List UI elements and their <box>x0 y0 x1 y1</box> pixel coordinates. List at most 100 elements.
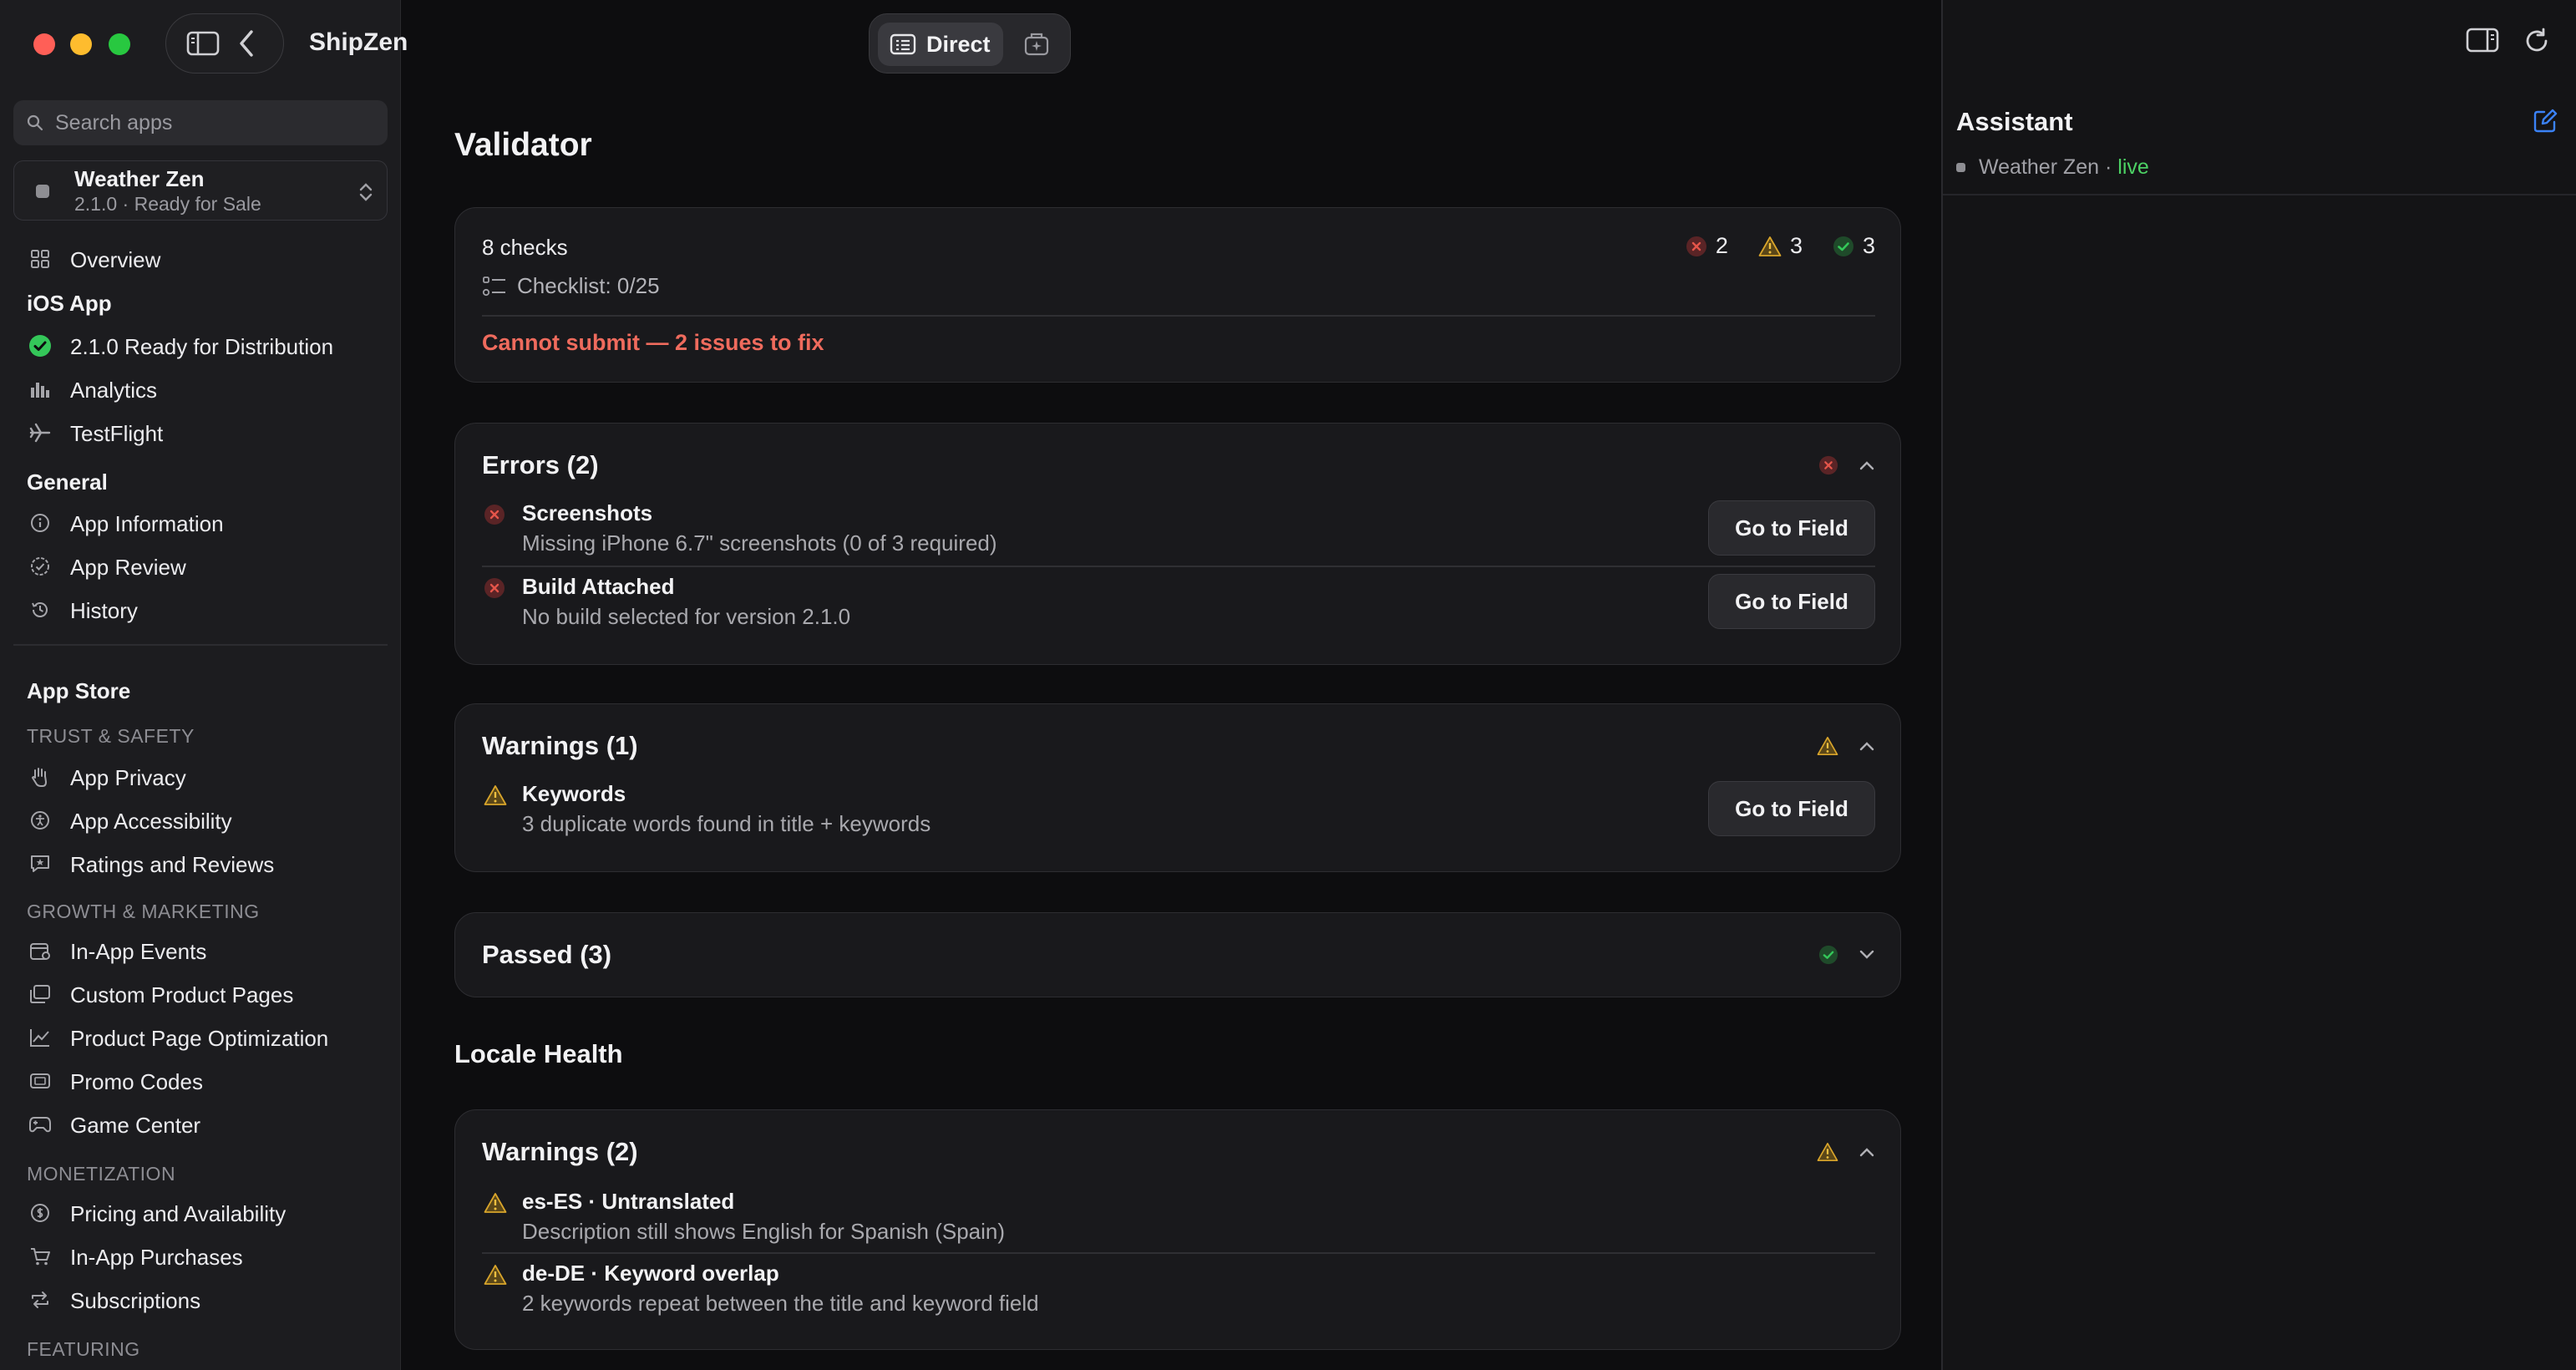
divider <box>482 315 1875 317</box>
window-minimize-button[interactable] <box>70 33 92 55</box>
sidebar-item-version[interactable]: 2.1.0 Ready for Distribution <box>0 324 401 366</box>
sidebar-category-growth: GROWTH & MARKETING <box>27 901 260 922</box>
checklist-progress[interactable]: Checklist: 0/25 <box>482 273 660 299</box>
error-item-title: Build Attached <box>522 574 675 599</box>
sidebar-item-label: Ratings and Reviews <box>70 852 275 877</box>
cart-icon <box>28 1245 52 1268</box>
search-input[interactable]: Search apps <box>13 100 388 145</box>
sidebar-category-monetization: MONETIZATION <box>27 1163 176 1185</box>
sidebar-item-ratings-reviews[interactable]: Ratings and Reviews <box>0 842 401 884</box>
sidebar-item-overview[interactable]: Overview <box>0 237 401 279</box>
sidebar-item-analytics[interactable]: Analytics <box>0 368 401 409</box>
warning-icon <box>484 1265 507 1285</box>
sidebar-item-app-information[interactable]: App Information <box>0 501 401 543</box>
live-status: live <box>2117 155 2149 179</box>
locale-warnings-collapse-toggle[interactable] <box>1817 1142 1875 1162</box>
go-to-field-button[interactable]: Go to Field <box>1708 574 1875 629</box>
grid-icon <box>28 247 52 271</box>
divider <box>482 1252 1875 1254</box>
repeat-icon <box>28 1288 52 1312</box>
error-item-title: Screenshots <box>522 500 653 525</box>
sidebar-item-label: Analytics <box>70 378 158 403</box>
search-icon <box>27 114 43 131</box>
locale-warning-description: Description still shows English for Span… <box>522 1219 1006 1244</box>
window-close-button[interactable] <box>33 33 55 55</box>
airplane-icon <box>28 421 52 444</box>
warning-item-description: 3 duplicate words found in title + keywo… <box>522 811 931 836</box>
history-icon <box>28 598 52 622</box>
sidebar-item-in-app-purchases[interactable]: In-App Purchases <box>0 1235 401 1276</box>
refresh-button[interactable] <box>2523 27 2551 55</box>
error-icon <box>1818 455 1838 475</box>
sidebar-item-pricing[interactable]: Pricing and Availability <box>0 1191 401 1233</box>
locale-warning-title: de-DE · Keyword overlap <box>522 1261 779 1286</box>
divider <box>482 566 1875 567</box>
trend-icon <box>28 1026 52 1049</box>
locale-warning-item: de-DE · Keyword overlap 2 keywords repea… <box>482 1261 1875 1319</box>
check-icon <box>1833 236 1853 256</box>
sidebar-item-label: Pricing and Availability <box>70 1201 287 1226</box>
passed-count: 3 <box>1833 233 1875 259</box>
chevron-updown-icon <box>359 183 373 201</box>
errors-collapse-toggle[interactable] <box>1818 455 1875 475</box>
sidebar-item-game-center[interactable]: Game Center <box>0 1103 401 1144</box>
sidebar-item-label: Custom Product Pages <box>70 982 294 1007</box>
app-picker-name: Weather Zen <box>74 166 205 191</box>
sidebar-item-in-app-events[interactable]: In-App Events <box>0 929 401 971</box>
passed-expand-toggle[interactable] <box>1818 945 1875 965</box>
sidebar-item-app-accessibility[interactable]: App Accessibility <box>0 799 401 840</box>
app-dot-icon <box>1956 163 1965 172</box>
sidebar-item-app-review[interactable]: App Review <box>0 545 401 586</box>
sidebar-category-trust: TRUST & SAFETY <box>27 725 195 747</box>
error-item: Screenshots Missing iPhone 6.7" screensh… <box>482 500 1875 559</box>
divider <box>1943 194 2576 195</box>
sidebar-item-label: Product Page Optimization <box>70 1026 329 1051</box>
app-title: ShipZen <box>309 28 408 56</box>
assistant-toolbar <box>2466 27 2551 55</box>
sidebar-item-promo-codes[interactable]: Promo Codes <box>0 1059 401 1101</box>
warning-item-title: Keywords <box>522 781 626 806</box>
summary-card: 8 checks Checklist: 0/25 2 3 3 Cannot su… <box>454 207 1901 383</box>
sidebar-item-label: App Privacy <box>70 765 186 790</box>
warning-icon <box>1817 737 1838 755</box>
sidebar-section-app-store: App Store <box>27 678 131 703</box>
toggle-inspector-button[interactable] <box>2466 27 2499 53</box>
warning-count: 3 <box>1758 233 1803 259</box>
back-button[interactable] <box>228 25 265 62</box>
warning-icon <box>484 1193 507 1213</box>
warnings-collapse-toggle[interactable] <box>1817 736 1875 756</box>
go-to-field-button[interactable]: Go to Field <box>1708 500 1875 556</box>
window-zoom-button[interactable] <box>109 33 130 55</box>
chevron-up-icon <box>1859 1148 1874 1157</box>
sidebar-item-history[interactable]: History <box>0 588 401 630</box>
sidebar-item-custom-product-pages[interactable]: Custom Product Pages <box>0 972 401 1014</box>
passed-count-value: 3 <box>1862 233 1875 258</box>
toggle-sidebar-button[interactable] <box>185 25 221 62</box>
error-item: Build Attached No build selected for ver… <box>482 574 1875 632</box>
sidebar-item-app-privacy[interactable]: App Privacy <box>0 755 401 797</box>
sidebar-item-label: Game Center <box>70 1113 201 1138</box>
passed-title: Passed (3) <box>482 940 612 969</box>
checks-count: 8 checks <box>482 235 568 260</box>
sidebar-item-label: Subscriptions <box>70 1288 201 1313</box>
go-to-field-button[interactable]: Go to Field <box>1708 781 1875 836</box>
gamepad-icon <box>28 1113 52 1136</box>
sidebar-item-label: 2.1.0 Ready for Distribution <box>70 334 334 359</box>
app-picker[interactable]: Weather Zen 2.1.0 · Ready for Sale <box>13 160 388 221</box>
sidebar-item-product-page-optimization[interactable]: Product Page Optimization <box>0 1016 401 1058</box>
chevron-down-icon <box>1859 950 1874 959</box>
passed-section[interactable]: Passed (3) <box>454 912 1901 997</box>
locale-health-title: Locale Health <box>454 1039 623 1068</box>
locale-warning-title: es-ES · Untranslated <box>522 1189 735 1214</box>
sidebar-item-subscriptions[interactable]: Subscriptions <box>0 1278 401 1320</box>
locale-warnings-section: Warnings (2) es-ES · Untranslated Descri… <box>454 1109 1901 1350</box>
locale-warning-item: es-ES · Untranslated Description still s… <box>482 1189 1875 1247</box>
error-icon <box>1686 236 1706 256</box>
warnings-title: Warnings (1) <box>482 731 638 760</box>
bar-chart-icon <box>28 378 52 401</box>
assistant-panel: Assistant Weather Zen · live <box>1941 0 2576 1370</box>
compose-icon[interactable] <box>2533 109 2558 134</box>
warning-icon <box>1817 1143 1838 1161</box>
sidebar-item-testflight[interactable]: TestFlight <box>0 411 401 453</box>
sidebar-item-label: In-App Events <box>70 939 207 964</box>
